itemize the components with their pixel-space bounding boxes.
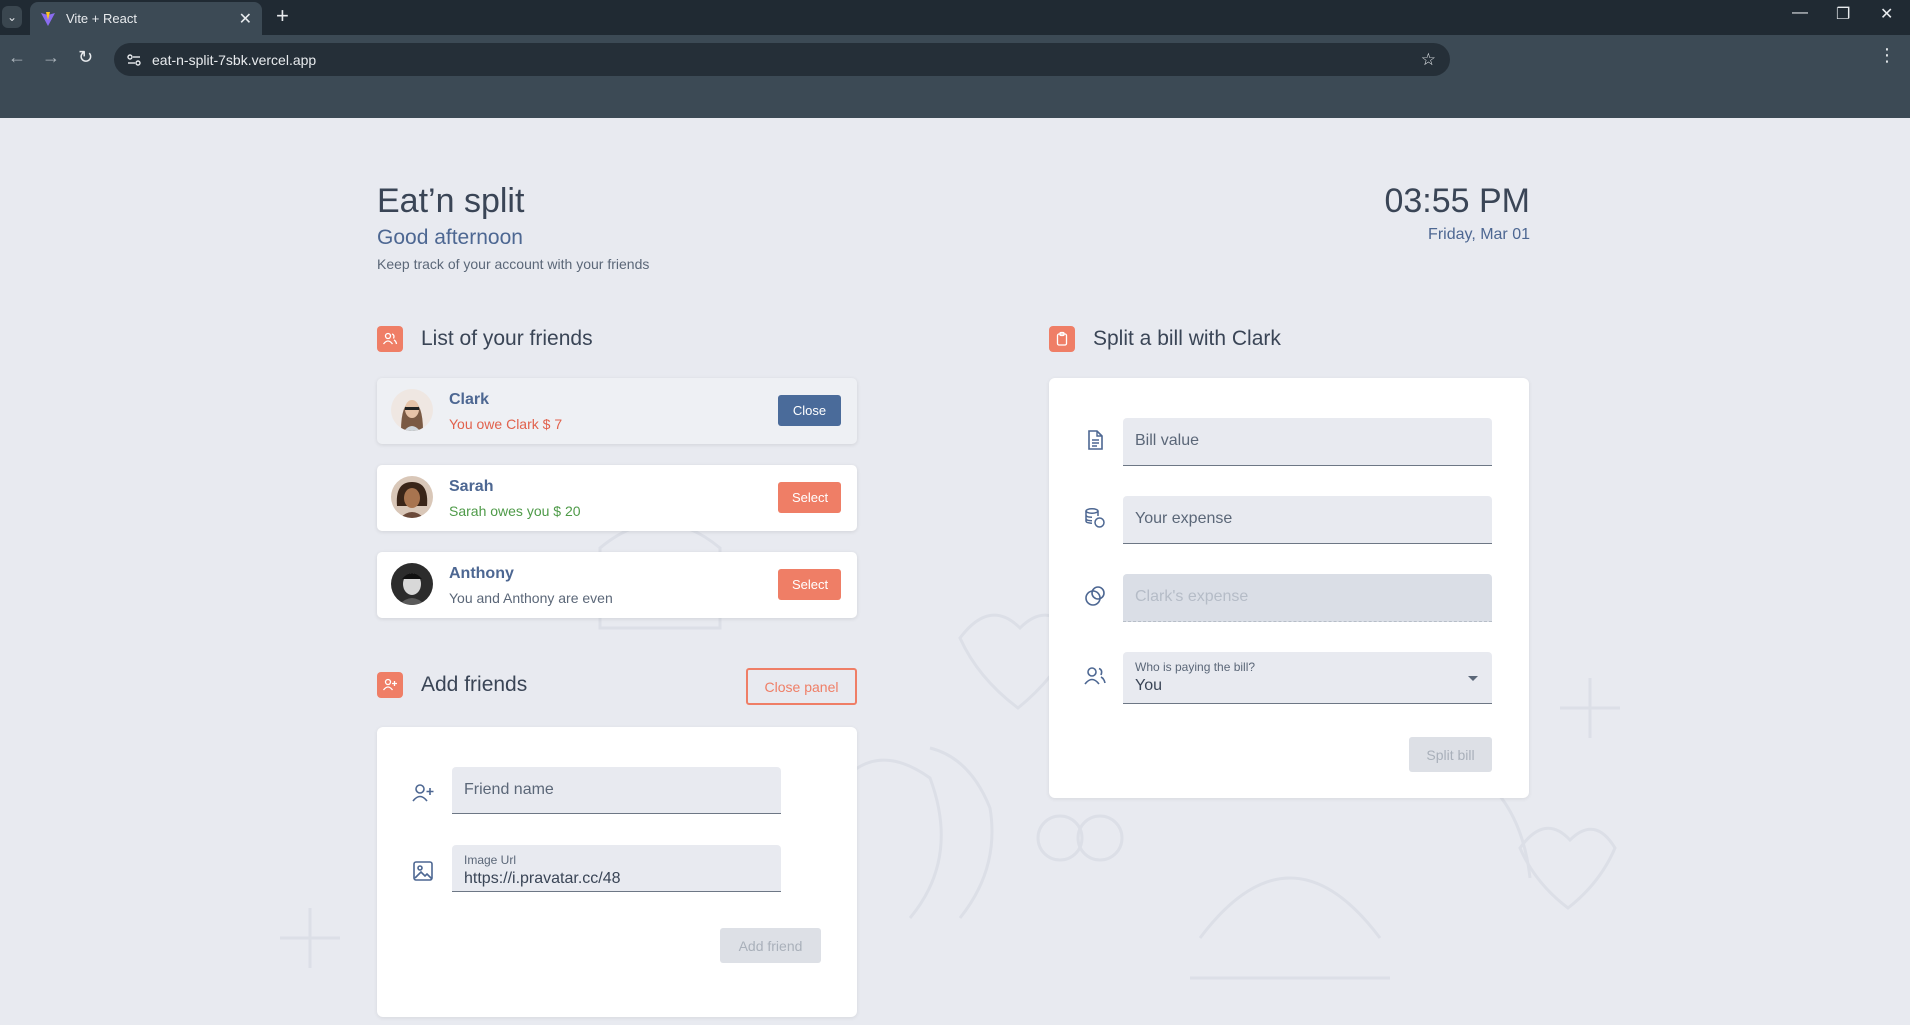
clipboard-icon xyxy=(1049,326,1075,352)
reload-icon[interactable]: ↻ xyxy=(78,47,93,68)
users-icon xyxy=(377,326,403,352)
split-bill-button[interactable]: Split bill xyxy=(1409,737,1492,772)
friend-balance: You and Anthony are even xyxy=(449,590,613,606)
avatar xyxy=(391,563,433,605)
people-icon xyxy=(1081,662,1109,690)
image-icon xyxy=(409,857,437,885)
forward-icon[interactable]: → xyxy=(42,47,60,68)
tab-title: Vite + React xyxy=(66,11,137,26)
food-doodle-background xyxy=(280,521,1620,999)
image-url-input[interactable]: Image Url https://i.pravatar.cc/48 xyxy=(452,845,781,892)
friend-balance: You owe Clark $ 7 xyxy=(449,416,563,432)
restore-icon[interactable]: ❐ xyxy=(1836,4,1850,24)
back-icon[interactable]: ← xyxy=(8,47,26,68)
friend-expense-input: Clark's expense xyxy=(1123,574,1492,622)
friend-balance: Sarah owes you $ 20 xyxy=(449,503,581,519)
avatar xyxy=(391,389,433,431)
payer-select[interactable]: Who is paying the bill? You xyxy=(1123,652,1492,704)
friend-name-placeholder: Friend name xyxy=(464,781,554,798)
image-url-value: https://i.pravatar.cc/48 xyxy=(464,870,621,887)
app-title: Eat’n split xyxy=(377,182,525,220)
payer-value: You xyxy=(1135,677,1162,694)
bookmark-star-icon[interactable]: ☆ xyxy=(1421,50,1436,70)
avatar xyxy=(391,476,433,518)
address-bar[interactable]: eat-n-split-7sbk.vercel.app ☆ xyxy=(114,43,1450,76)
browser-menu-icon[interactable]: ⋮ xyxy=(1878,45,1896,66)
friend-expense-placeholder: Clark's expense xyxy=(1135,588,1249,605)
circles-icon xyxy=(1081,582,1109,610)
friends-section-header: List of your friends xyxy=(377,326,593,352)
friends-section-title: List of your friends xyxy=(421,327,593,350)
user-plus-icon xyxy=(409,779,437,807)
document-icon xyxy=(1081,426,1109,454)
browser-tab[interactable]: Vite + React ✕ xyxy=(30,2,262,35)
add-friend-section-title: Add friends xyxy=(421,673,528,696)
browser-tabbar: ⌄ Vite + React ✕ + — ❐ ✕ xyxy=(0,0,1910,35)
vite-favicon-icon xyxy=(41,11,55,26)
subtitle: Keep track of your account with your fri… xyxy=(377,256,650,272)
url-text: eat-n-split-7sbk.vercel.app xyxy=(152,51,317,68)
payer-label: Who is paying the bill? xyxy=(1135,660,1256,674)
browser-toolbar: ← → ↻ eat-n-split-7sbk.vercel.app ☆ ⋮ xyxy=(0,35,1910,118)
friend-card-sarah[interactable]: Sarah Sarah owes you $ 20 Select xyxy=(377,465,857,531)
friend-name: Clark xyxy=(449,391,490,408)
split-bill-section-header: Split a bill with Clark xyxy=(1049,326,1281,352)
friend-name: Anthony xyxy=(449,565,514,582)
minimize-icon[interactable]: — xyxy=(1792,4,1808,22)
select-friend-button[interactable]: Select xyxy=(778,569,841,600)
bill-value-input[interactable]: Bill value xyxy=(1123,418,1492,466)
close-friend-button[interactable]: Close xyxy=(778,395,841,426)
greeting: Good afternoon xyxy=(377,226,523,249)
clock-date: Friday, Mar 01 xyxy=(1428,226,1530,243)
image-url-label: Image Url xyxy=(464,853,517,867)
add-friend-section-header: Add friends xyxy=(377,672,527,698)
user-plus-icon xyxy=(377,672,403,698)
chevron-down-icon xyxy=(1468,676,1478,681)
bill-value-placeholder: Bill value xyxy=(1135,432,1200,449)
friend-card-anthony[interactable]: Anthony You and Anthony are even Select xyxy=(377,552,857,618)
friend-name: Sarah xyxy=(449,478,494,495)
friend-name-input[interactable]: Friend name xyxy=(452,767,781,814)
select-friend-button[interactable]: Select xyxy=(778,482,841,513)
tab-search-button[interactable]: ⌄ xyxy=(2,6,22,28)
new-tab-icon[interactable]: + xyxy=(276,4,289,28)
split-bill-title: Split a bill with Clark xyxy=(1093,327,1281,350)
add-friend-button[interactable]: Add friend xyxy=(720,928,821,963)
split-bill-form: Bill value Your expense Clark's expense … xyxy=(1049,378,1529,798)
add-friend-form: Friend name Image Url https://i.pravatar… xyxy=(377,727,857,1017)
your-expense-placeholder: Your expense xyxy=(1135,510,1233,527)
friend-card-clark[interactable]: Clark You owe Clark $ 7 Close xyxy=(377,378,857,444)
site-info-icon[interactable] xyxy=(126,52,142,68)
coins-icon xyxy=(1081,504,1109,532)
clock-time: 03:55 PM xyxy=(1384,182,1530,220)
tab-close-icon[interactable]: ✕ xyxy=(239,9,252,29)
close-panel-button[interactable]: Close panel xyxy=(746,668,857,705)
page: Eat’n split Good afternoon Keep track of… xyxy=(0,118,1910,1025)
window-close-icon[interactable]: ✕ xyxy=(1880,4,1893,24)
your-expense-input[interactable]: Your expense xyxy=(1123,496,1492,544)
